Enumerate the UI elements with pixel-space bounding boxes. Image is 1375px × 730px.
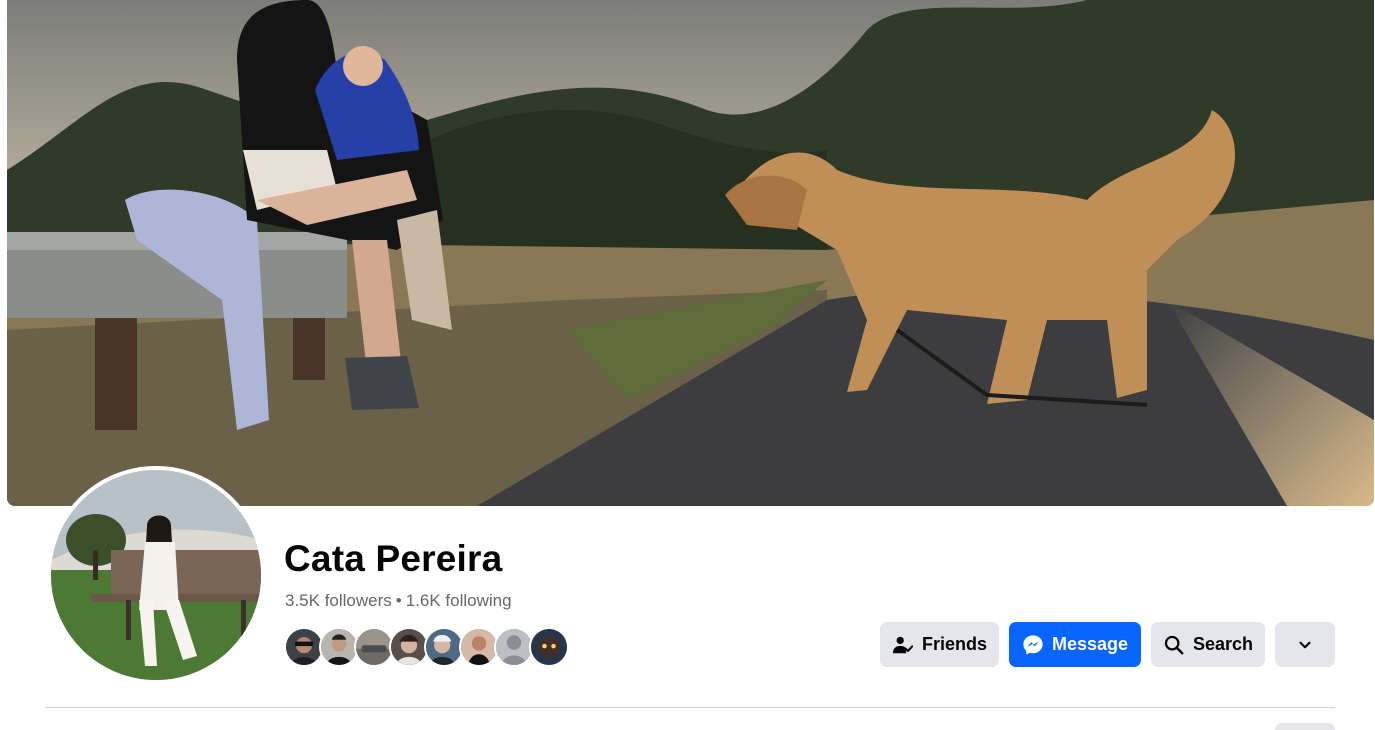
followers-count[interactable]: 3.5K followers: [285, 591, 392, 610]
profile-name: Cata Pereira: [284, 538, 503, 579]
friend-avatar[interactable]: [389, 627, 429, 667]
friend-avatar-6-image: [461, 629, 497, 665]
follow-stats: 3.5K followers • 1.6K following: [285, 589, 512, 613]
search-button[interactable]: Search: [1151, 622, 1265, 667]
friends-button[interactable]: Friends: [880, 622, 999, 667]
profile-header-divider: [46, 707, 1335, 708]
profile-page: Cata Pereira 3.5K followers • 1.6K followi…: [0, 0, 1375, 730]
tabs-more-button[interactable]: [1275, 723, 1335, 730]
friend-avatar[interactable]: [319, 627, 359, 667]
friend-avatar[interactable]: [529, 627, 569, 667]
friend-avatar[interactable]: [424, 627, 464, 667]
message-button-label: Message: [1051, 634, 1129, 654]
friend-avatar-4-image: [391, 629, 427, 665]
person-check-icon: [892, 634, 914, 656]
friend-avatar-7-image: [496, 629, 532, 665]
profile-avatar[interactable]: [47, 466, 265, 684]
messenger-icon: [1022, 634, 1044, 656]
friend-avatar-2-image: [321, 629, 357, 665]
friends-button-label: Friends: [921, 634, 987, 654]
chevron-down-icon: [1296, 636, 1314, 654]
friend-avatar-1-image: [286, 629, 322, 665]
avatar-image: [51, 470, 261, 680]
message-button[interactable]: Message: [1009, 622, 1141, 667]
cover-photo[interactable]: [7, 0, 1374, 506]
more-options-button[interactable]: [1275, 622, 1335, 667]
following-count[interactable]: 1.6K following: [406, 591, 512, 610]
avatar: [51, 470, 261, 680]
stats-separator: •: [395, 591, 402, 610]
friend-avatar-8-image: [531, 629, 567, 665]
friend-avatar[interactable]: [354, 627, 394, 667]
search-button-label: Search: [1192, 634, 1254, 654]
friend-avatar[interactable]: [284, 627, 324, 667]
friend-avatar[interactable]: [459, 627, 499, 667]
cover-photo-image: [7, 0, 1374, 506]
friend-avatar-5-image: [426, 629, 462, 665]
search-icon: [1163, 634, 1185, 656]
friend-avatar-3-image: [356, 629, 392, 665]
friend-avatar[interactable]: [494, 627, 534, 667]
